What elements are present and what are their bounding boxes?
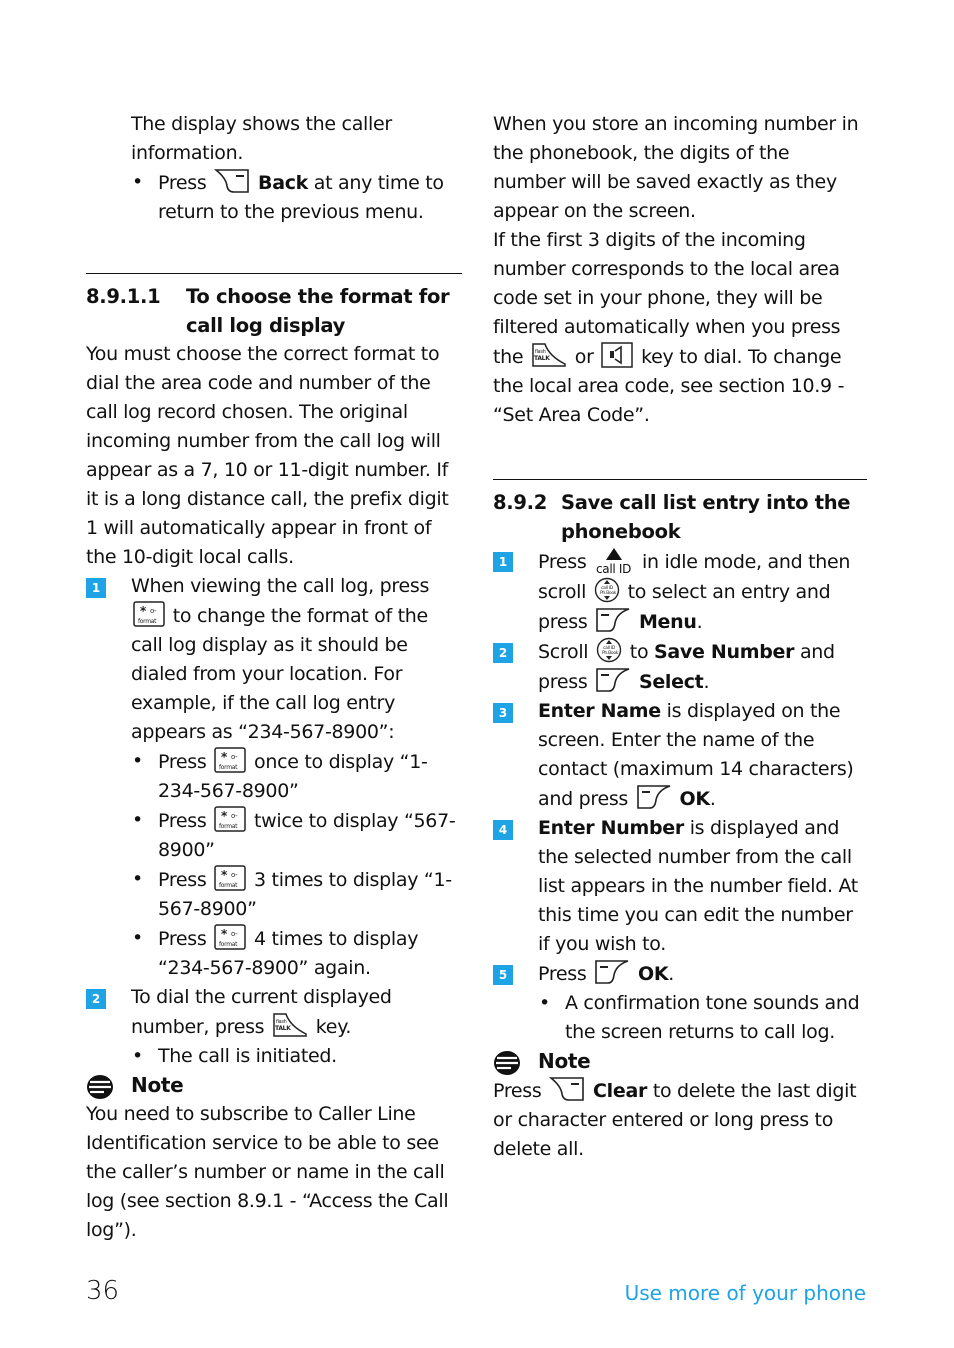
intro-text: The display shows the caller information… bbox=[131, 113, 392, 164]
bullet-text: Press bbox=[158, 172, 207, 194]
step-number-badge: 2 bbox=[86, 989, 106, 1009]
punctuation: . bbox=[703, 671, 710, 693]
note-icon bbox=[86, 1074, 114, 1100]
step-number-badge: 1 bbox=[86, 578, 106, 598]
step-text: Press bbox=[538, 551, 587, 573]
clear-label: Clear bbox=[593, 1080, 648, 1102]
step-5: 5 Press OK. bbox=[493, 959, 867, 989]
navigation-key-icon bbox=[596, 637, 622, 663]
step-number-badge: 5 bbox=[493, 965, 513, 985]
step-text: When viewing the call log, press bbox=[131, 575, 430, 597]
format-bullet: Press twice to display “567-8900” bbox=[86, 806, 462, 865]
punctuation: . bbox=[668, 963, 675, 985]
step-1: 1 When viewing the call log, press to ch… bbox=[86, 572, 462, 747]
step-text: Press bbox=[538, 963, 587, 985]
menu-softkey-icon bbox=[594, 959, 630, 985]
back-bullet: Press Back at any time to return to the … bbox=[86, 168, 462, 227]
note-text: You need to subscribe to Caller Line Ide… bbox=[86, 1103, 449, 1241]
body-paragraph: You must choose the correct format to di… bbox=[86, 343, 449, 568]
right-column: When you store an incoming number in the… bbox=[493, 110, 867, 1164]
talk-key-icon bbox=[272, 1012, 308, 1038]
section-heading-8-9-1-1: 8.9.1.1 To choose the format for call lo… bbox=[86, 282, 462, 340]
note-heading: Note bbox=[493, 1047, 867, 1076]
punctuation: . bbox=[696, 611, 703, 633]
menu-softkey-icon bbox=[636, 784, 672, 810]
step-text: to bbox=[629, 641, 649, 663]
body-paragraph: If the first 3 digits of the incoming nu… bbox=[493, 226, 867, 430]
section-heading-8-9-2: 8.9.2 Save call list entry into the phon… bbox=[493, 488, 867, 546]
section-number: 8.9.2 bbox=[493, 491, 548, 514]
chapter-title: Use more of your phone bbox=[624, 1281, 866, 1305]
section-title: Save call list entry into the phonebook bbox=[561, 491, 851, 543]
step-text: Scroll bbox=[538, 641, 589, 663]
note-text-part: Press bbox=[493, 1080, 542, 1102]
step-2: 2 To dial the current displayed number, … bbox=[86, 983, 462, 1042]
left-column: The display shows the caller information… bbox=[86, 110, 462, 1245]
menu-softkey-icon bbox=[595, 607, 631, 633]
step-2: 2 Scroll to Save Number and press Select… bbox=[493, 637, 867, 697]
note-heading: Note bbox=[86, 1071, 462, 1100]
step-text: To dial the current displayed number, pr… bbox=[131, 986, 392, 1038]
back-softkey-icon bbox=[549, 1076, 585, 1102]
note-text-part: to delete the last digit or character en… bbox=[493, 1080, 857, 1160]
format-key-icon bbox=[214, 747, 246, 773]
format-bullet: Press once to display “1-234-567-8900” bbox=[86, 747, 462, 806]
back-label: Back bbox=[258, 172, 309, 194]
bullet-text: Press bbox=[158, 810, 207, 832]
ok-label: OK bbox=[679, 788, 711, 810]
menu-label: Menu bbox=[638, 611, 697, 633]
paragraph-text: or bbox=[574, 346, 594, 368]
confirmation-bullet: A confirmation tone sounds and the scree… bbox=[493, 989, 867, 1047]
ok-label: OK bbox=[638, 963, 669, 985]
enter-number-label: Enter Number bbox=[538, 817, 684, 839]
back-softkey-icon bbox=[214, 168, 250, 194]
format-bullet: Press 4 times to display “234-567-8900” … bbox=[86, 924, 462, 983]
step-1: 1 Press in idle mode, and then scroll to… bbox=[493, 546, 867, 637]
call-initiated-bullet: The call is initiated. bbox=[86, 1042, 462, 1071]
step-4: 4 Enter Number is displayed and the sele… bbox=[493, 814, 867, 959]
step-number-badge: 1 bbox=[493, 552, 513, 572]
punctuation: . bbox=[709, 788, 716, 810]
step-number-badge: 4 bbox=[493, 820, 513, 840]
format-key-icon bbox=[214, 865, 246, 891]
call-id-key-icon bbox=[594, 546, 634, 576]
format-key-icon bbox=[214, 806, 246, 832]
note-icon bbox=[493, 1050, 521, 1076]
menu-softkey-icon bbox=[595, 667, 631, 693]
page-number: 36 bbox=[86, 1276, 120, 1306]
select-label: Select bbox=[638, 671, 704, 693]
step-text: to change the format of the call log dis… bbox=[131, 605, 428, 743]
enter-name-label: Enter Name bbox=[538, 700, 661, 722]
bullet-text: Press bbox=[158, 869, 207, 891]
format-key-icon bbox=[214, 924, 246, 950]
note-text: Press Clear to delete the last digit or … bbox=[493, 1076, 867, 1164]
speaker-key-icon bbox=[601, 342, 633, 368]
bullet-text: Press bbox=[158, 928, 207, 950]
body-paragraph: When you store an incoming number in the… bbox=[493, 113, 859, 222]
save-number-label: Save Number bbox=[654, 641, 795, 663]
note-label: Note bbox=[538, 1049, 591, 1073]
talk-key-icon bbox=[531, 342, 567, 368]
step-text: key. bbox=[315, 1016, 352, 1038]
navigation-key-icon bbox=[594, 577, 620, 603]
format-key-icon bbox=[133, 601, 165, 627]
step-number-badge: 2 bbox=[493, 643, 513, 663]
note-label: Note bbox=[131, 1073, 184, 1097]
step-number-badge: 3 bbox=[493, 703, 513, 723]
section-title: To choose the format for call log displa… bbox=[186, 285, 450, 337]
step-3: 3 Enter Name is displayed on the screen.… bbox=[493, 697, 867, 814]
format-bullet: Press 3 times to display “1-567-8900” bbox=[86, 865, 462, 924]
bullet-text: Press bbox=[158, 751, 207, 773]
section-number: 8.9.1.1 bbox=[86, 285, 161, 308]
